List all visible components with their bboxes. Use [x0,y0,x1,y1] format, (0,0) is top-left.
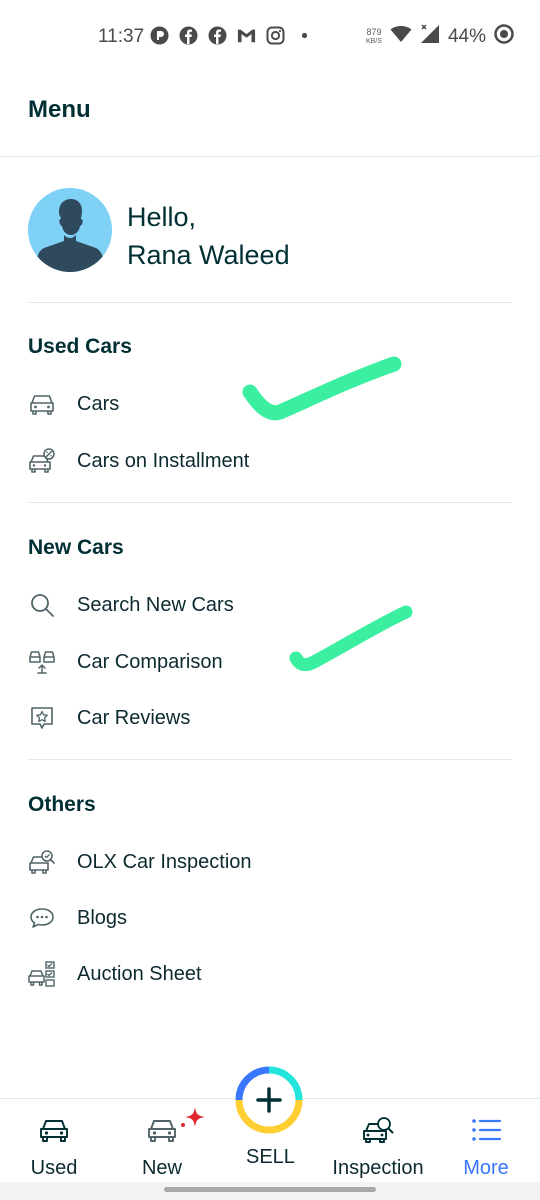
facebook-icon [179,26,198,45]
menu-label: OLX Car Inspection [77,850,252,873]
menu-label: Car Comparison [77,650,223,673]
checkmark-annotation [289,605,413,672]
menu-item-car-reviews[interactable]: Car Reviews [28,696,512,740]
car-icon [28,390,56,418]
gesture-handle[interactable] [164,1187,376,1192]
nav-label: Inspection [332,1157,424,1179]
divider [28,502,512,503]
menu-label: Blogs [77,906,128,929]
nav-label: More [463,1157,509,1179]
facebook-icon [208,26,227,45]
search-icon [28,591,56,619]
auction-sheet-icon [28,960,56,988]
greeting-hello: Hello, [127,202,197,232]
menu-item-auction-sheet[interactable]: Auction Sheet [28,952,512,996]
nav-used[interactable]: Used [14,1099,94,1183]
chat-bubble-icon [28,904,56,932]
wifi-icon [390,25,412,48]
app-notification-icon [150,26,169,45]
sell-button[interactable] [234,1065,304,1135]
menu-item-search-new-cars[interactable]: Search New Cars [28,583,512,627]
status-right: 879 KB/S 44% [366,24,514,49]
status-time: 11:37 [98,26,145,47]
menu-item-olx-car-inspection[interactable]: OLX Car Inspection [28,840,512,884]
notification-icons [150,26,314,45]
gmail-icon [237,26,256,45]
menu-label: Cars on Installment [77,449,250,472]
car-installment-icon [28,447,56,475]
car-icon [146,1107,205,1145]
checkmark-annotation [242,356,402,421]
user-profile[interactable]: Hello, Rana Waleed [28,188,512,276]
nav-label: New [141,1157,182,1179]
greeting: Hello, Rana Waleed [127,198,290,274]
sparkle-badge-icon [181,1107,205,1127]
sell-label: SELL [246,1146,295,1168]
divider [28,302,512,303]
menu-item-blogs[interactable]: Blogs [28,896,512,940]
battery-percent: 44% [447,25,486,47]
network-speed-unit: KB/S [366,37,382,45]
menu-label: Cars [77,392,120,415]
more-notifications-dot-icon [295,26,314,45]
car-comparison-icon [28,648,56,676]
section-title-others: Others [28,793,96,816]
sell-plus-icon [235,1066,303,1134]
section-title-used-cars: Used Cars [28,335,132,358]
list-menu-icon [470,1115,502,1145]
bottom-navigation: Used New SELL Inspection More [0,1066,540,1183]
menu-label: Auction Sheet [77,962,202,985]
user-silhouette-icon [28,188,112,272]
section-title-new-cars: New Cars [28,536,124,559]
car-inspection-icon [362,1115,394,1145]
menu-label: Search New Cars [77,593,234,616]
network-speed: 879 KB/S [366,26,382,46]
car-icon [38,1115,70,1145]
signal-icon [420,24,440,49]
avatar[interactable] [28,188,112,272]
network-speed-value: 879 [366,26,382,37]
menu-item-cars-on-installment[interactable]: Cars on Installment [28,439,512,483]
status-bar: 11:37 879 KB/S 44% [0,0,540,72]
nav-label: Used [30,1157,78,1179]
menu-label: Car Reviews [77,706,191,729]
nav-more[interactable]: More [446,1099,526,1183]
menu-item-car-comparison[interactable]: Car Comparison [28,640,512,684]
user-name: Rana Waleed [127,240,290,270]
nav-inspection[interactable]: Inspection [326,1099,430,1183]
page-title: Menu [28,96,91,123]
instagram-icon [266,26,285,45]
review-star-icon [28,704,56,732]
divider [28,759,512,760]
app-header: Menu [0,72,540,157]
battery-icon [494,24,514,49]
car-inspection-icon [28,848,56,876]
nav-new[interactable]: New [122,1099,205,1183]
gesture-area [0,1182,540,1200]
